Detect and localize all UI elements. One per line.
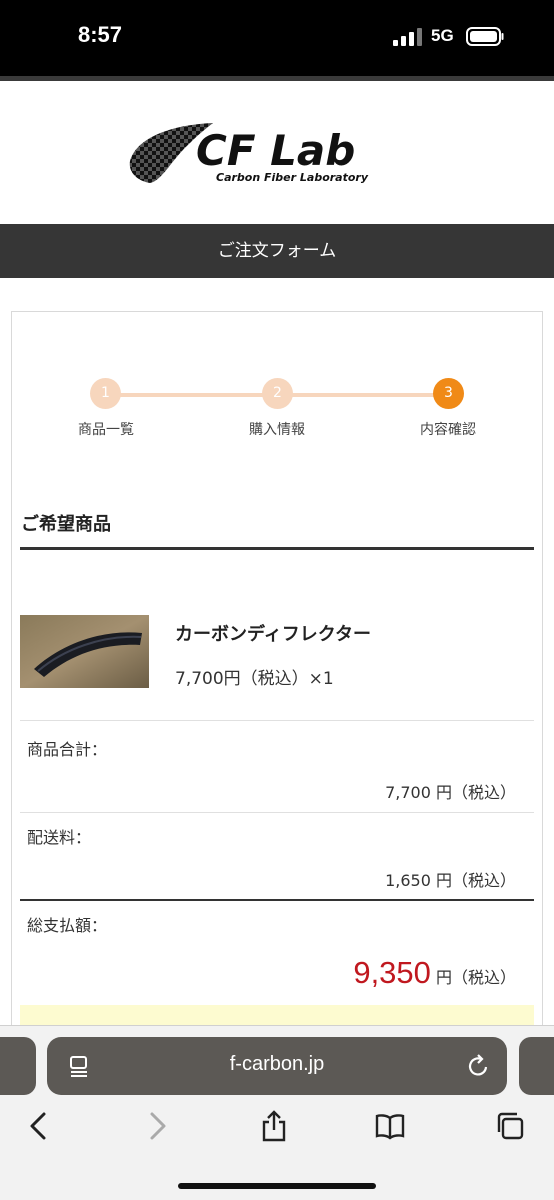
next-tab-preview[interactable] <box>519 1037 554 1095</box>
toolbar-divider <box>0 1025 554 1026</box>
home-indicator[interactable] <box>178 1183 376 1189</box>
divider <box>20 812 534 813</box>
browser-toolbar: f-carbon.jp <box>0 1025 554 1200</box>
divider <box>20 720 534 721</box>
cf-lab-logo[interactable]: CF Lab Carbon Fiber Laboratory <box>128 119 424 187</box>
section-title: ご希望商品 <box>21 514 111 535</box>
total-value: 9,350 円（税込） <box>353 955 516 991</box>
previous-tab-preview[interactable] <box>0 1037 36 1095</box>
page-title: ご注文フォーム <box>0 224 554 278</box>
section-divider <box>20 547 534 550</box>
product-name: カーボンディフレクター <box>175 624 372 645</box>
shipping-label: 配送料： <box>27 828 92 847</box>
step-3-label: 内容確認 <box>420 422 476 438</box>
address-bar[interactable]: f-carbon.jp <box>47 1037 507 1095</box>
battery-icon <box>466 27 504 46</box>
svg-text:CF Lab: CF Lab <box>196 126 355 175</box>
product-price: 7,700円（税込）×1 <box>175 669 334 689</box>
total-label: 総支払額： <box>27 916 108 935</box>
total-suffix: 円（税込） <box>430 968 516 987</box>
step-1-label: 商品一覧 <box>78 422 134 438</box>
subtotal-value: 7,700 円（税込） <box>385 783 516 802</box>
total-divider <box>20 899 534 901</box>
total-amount: 9,350 <box>353 955 431 990</box>
step-2-label: 購入情報 <box>249 422 305 438</box>
network-type: 5G <box>431 26 454 45</box>
product-image <box>20 615 149 688</box>
bookmarks-icon[interactable] <box>375 1110 405 1142</box>
svg-text:Carbon Fiber Laboratory: Carbon Fiber Laboratory <box>216 171 369 184</box>
step-1-circle: 1 <box>90 378 121 409</box>
step-2-circle: 2 <box>262 378 293 409</box>
url-text[interactable]: f-carbon.jp <box>47 1053 507 1076</box>
signal-icon <box>393 28 422 46</box>
share-icon[interactable] <box>259 1110 289 1142</box>
back-icon[interactable] <box>24 1110 54 1142</box>
step-3-circle: 3 <box>433 378 464 409</box>
shipping-value: 1,650 円（税込） <box>385 871 516 890</box>
reload-icon[interactable] <box>467 1053 491 1079</box>
subtotal-label: 商品合計： <box>27 740 108 759</box>
tabs-icon[interactable] <box>495 1110 525 1142</box>
forward-icon[interactable] <box>142 1110 172 1142</box>
site-header: CF Lab Carbon Fiber Laboratory <box>0 81 554 224</box>
status-bar: 8:57 5G <box>0 0 554 80</box>
status-time: 8:57 <box>78 22 123 47</box>
